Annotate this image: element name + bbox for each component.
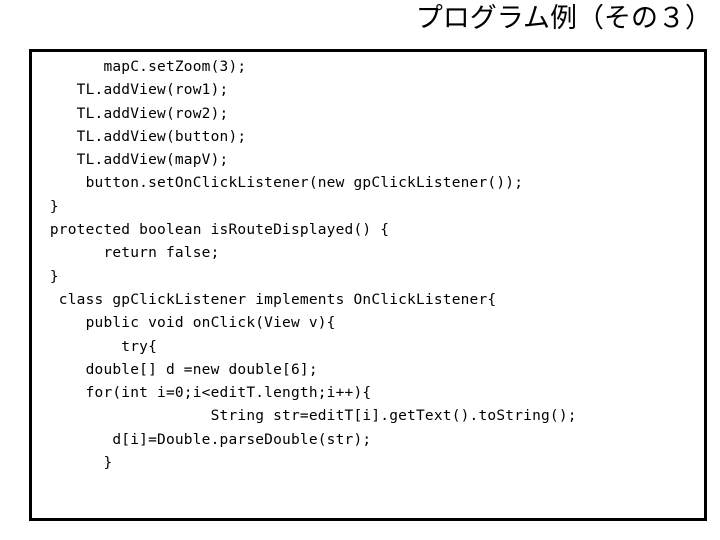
code-line: for(int i=0;i<editT.length;i++){ [32, 385, 372, 402]
code-line: } [32, 455, 113, 472]
slide-root: プログラム例（その３） mapC.setZoom(3); TL.addView(… [0, 0, 720, 540]
code-frame: mapC.setZoom(3); TL.addView(row1); TL.ad… [29, 49, 707, 521]
code-line: TL.addView(row2); [32, 105, 229, 122]
code-line: protected boolean isRouteDisplayed() { [32, 222, 390, 239]
code-line: } [32, 198, 59, 215]
code-line: public void onClick(View v){ [32, 315, 336, 332]
code-line: } [32, 268, 59, 285]
code-line: TL.addView(button); [32, 128, 247, 145]
code-line: try{ [32, 338, 158, 355]
code-line: TL.addView(mapV); [32, 152, 229, 169]
code-line: button.setOnClickListener(new gpClickLis… [32, 175, 524, 192]
code-line: d[i]=Double.parseDouble(str); [32, 431, 372, 448]
code-line: double[] d =new double[6]; [32, 361, 318, 378]
code-block: mapC.setZoom(3); TL.addView(row1); TL.ad… [32, 56, 704, 475]
code-line: String str=editT[i].getText().toString()… [32, 408, 577, 425]
code-line: class gpClickListener implements OnClick… [32, 291, 497, 308]
code-line: mapC.setZoom(3); [32, 59, 247, 75]
page-title: プログラム例（その３） [415, 3, 712, 34]
code-line: TL.addView(row1); [32, 82, 229, 99]
code-line: return false; [32, 245, 220, 262]
